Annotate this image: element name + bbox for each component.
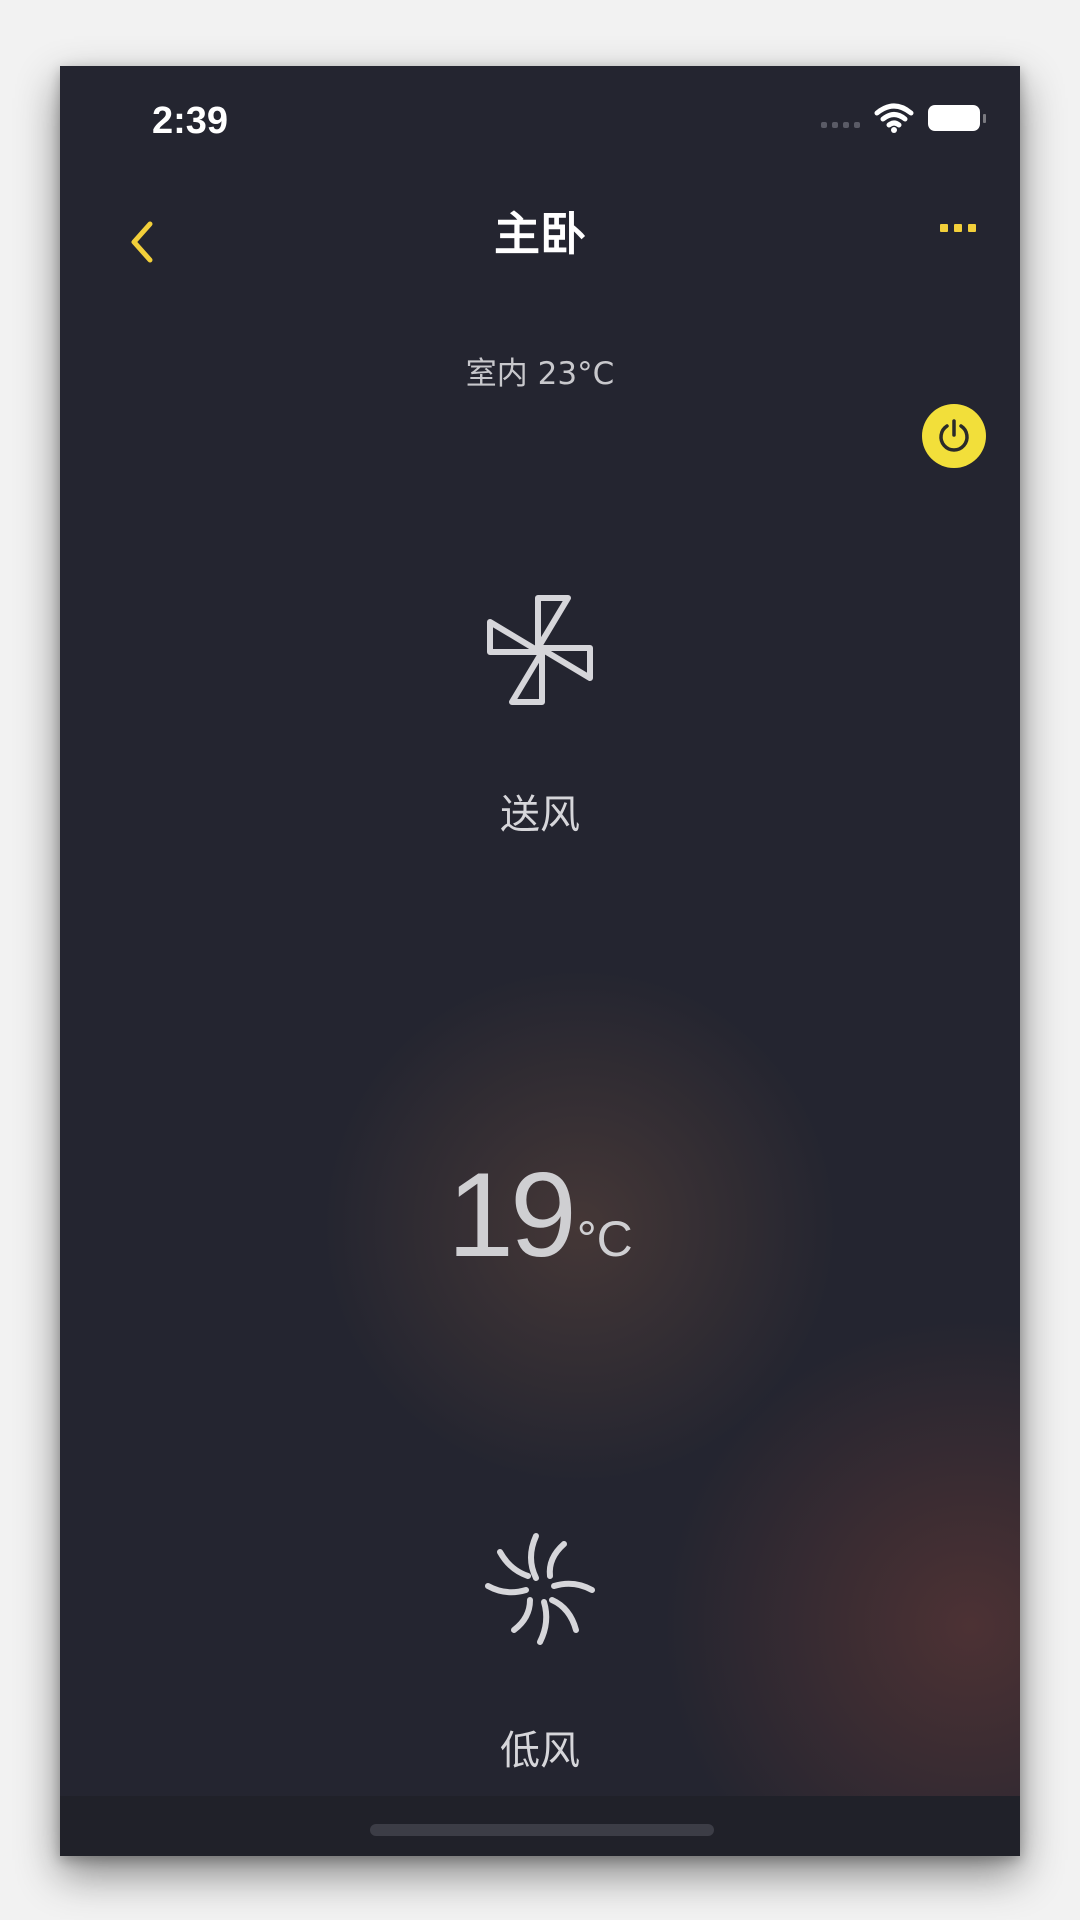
power-button[interactable] (922, 404, 986, 468)
wind-swirl-icon[interactable] (480, 1528, 600, 1648)
mode-label: 送风 (500, 792, 580, 838)
target-temperature: 19°C (60, 1146, 1020, 1284)
battery-icon (928, 105, 986, 131)
home-indicator[interactable] (370, 1824, 714, 1836)
indoor-temperature: 室内 23°C (465, 356, 615, 392)
wind-label: 低风 (500, 1728, 580, 1774)
status-indicators (821, 98, 986, 138)
more-button[interactable] (940, 224, 976, 232)
wifi-icon (874, 103, 914, 133)
cellular-signal-icon (821, 108, 860, 128)
more-dots-icon (940, 224, 948, 232)
phone-screen: 2:39 主卧 室内 23°C 送风 19°C 低风 (60, 66, 1020, 1856)
temperature-value: 19 (447, 1148, 576, 1282)
power-icon (939, 419, 969, 452)
home-bar-area (60, 1796, 1020, 1856)
page-title: 主卧 (494, 207, 586, 261)
pinwheel-icon[interactable] (480, 590, 600, 710)
temperature-unit: °C (576, 1211, 633, 1267)
status-time: 2:39 (152, 100, 229, 142)
